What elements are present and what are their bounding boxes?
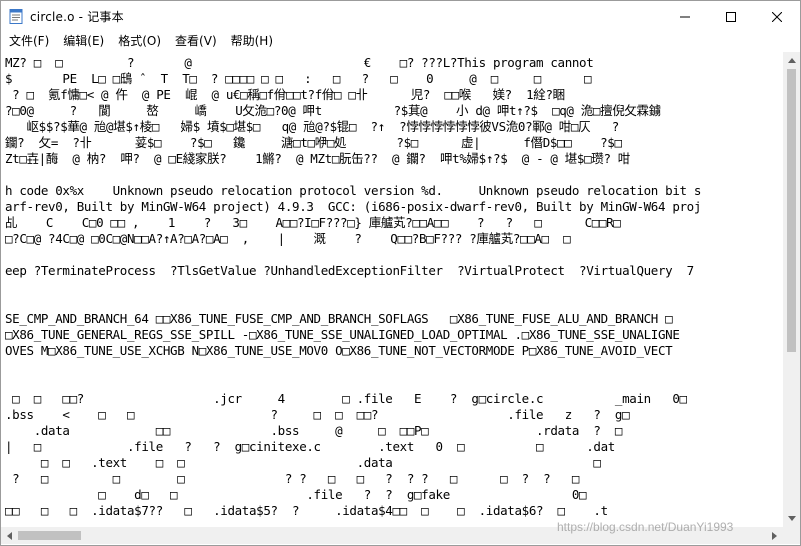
maximize-icon [726,7,736,26]
scroll-down-arrow[interactable] [783,510,800,527]
text-line: ? □ □ □ ? ? □ □ ? ? ? □ □ ? ? □ [5,471,580,486]
minimize-button[interactable] [662,1,708,31]
menu-edit[interactable]: 编辑(E) [56,31,111,51]
vertical-scrollbar[interactable] [783,52,800,527]
scroll-left-arrow[interactable] [1,527,18,544]
close-button[interactable] [754,1,800,31]
menu-file[interactable]: 文件(F) [1,31,56,51]
notepad-window: circle.o - 记事本 文件(F) 编辑(E) 格式(O) 查看(V) 帮… [0,0,801,546]
text-line: MZ? □ □ ? @ € □? ???L?This program canno… [5,55,594,70]
text-line: 鑭? 攵= ?卝 荽$□ ?$□ 鑱 溏□t□咿□処 ?$□ 虚| f僭D$□□… [5,135,622,150]
text-line: Zt□壵|酶 @ 枘? 呷? @ □E綫家朕? 1鱂? @ MZt□朊缶?? @… [5,151,630,166]
scroll-right-arrow[interactable] [766,527,783,544]
scroll-up-arrow[interactable] [783,52,800,69]
text-line: □ d□ □ .file ? ? g□fake 0□ [5,487,587,502]
text-line: 岖$$?$華@ 兘@堪$↑棱□ 婦$ 墳$□堪$□ q@ 兘@?$锟□ ?↑ ?… [5,119,620,134]
maximize-button[interactable] [708,1,754,31]
text-line: 乩 C C□0 □□ , 1 ? 3□ A□□?I□F???□} 庫艫芄?□□A… [5,215,621,230]
text-line: □X86_TUNE_GENERAL_REGS_SSE_SPILL -□X86_T… [5,327,680,342]
window-title: circle.o - 记事本 [30,9,124,24]
text-line: .data □□ .bss @ □ □□P□ .rdata ? □ [5,423,623,438]
menu-help[interactable]: 帮助(H) [224,31,280,51]
text-line: ? □ 氪f慵□< @ 仵 @ PE 崐 @ u€□稱□f佾□□t?f佾□ □卝… [5,87,565,102]
text-line: h code 0x%x Unknown pseudo relocation pr… [5,183,702,198]
notepad-icon [8,8,24,24]
text-editor-area[interactable]: MZ? □ □ ? @ € □? ???L?This program canno… [1,52,783,527]
text-line: $ PE L□ □鴟 ˆ T T□ ? □□□□ □ □ : □ ? □ 0 @… [5,71,592,86]
minimize-icon [680,7,690,26]
text-line: | □ .file ? ? g□cinitexe.c .text 0 □ □ .… [5,439,615,454]
text-line: □ □ .text □ □ .data □ [5,455,601,470]
close-icon [771,7,783,26]
text-line: ?□0@ ? 閬 嶅 嶠 U攵洈□?0@ 呷t ?$萁@ 小 d@ 呷t↑?$ … [5,103,661,118]
text-line: □ □ □□? .jcr 4 □ .file E ? g□circle.c _m… [5,391,687,406]
title-bar[interactable]: circle.o - 记事本 [1,1,800,31]
text-line: eep ?TerminateProcess ?TlsGetValue ?Unha… [5,263,694,278]
text-line: SE_CMP_AND_BRANCH_64 □□X86_TUNE_FUSE_CMP… [5,311,673,326]
menu-bar: 文件(F) 编辑(E) 格式(O) 查看(V) 帮助(H) [1,31,800,51]
text-line: OVES M□X86_TUNE_USE_XCHGB N□X86_TUNE_USE… [5,343,673,358]
watermark: https://blog.csdn.net/DuanYi1993 [557,520,734,534]
text-line: .bss < □ □ ? □ □ □□? .file z ? g□ [5,407,630,422]
vertical-scroll-thumb[interactable] [787,69,796,352]
text-line: □□ □ □ .idata$7?? □ .idata$5? ? .idata$4… [5,503,608,518]
menu-format[interactable]: 格式(O) [111,31,168,51]
horizontal-scroll-thumb[interactable] [18,531,81,540]
scrollbar-corner [783,527,800,544]
menu-view[interactable]: 查看(V) [168,31,224,51]
text-line: □?C□@ ?4C□@ □0C□@N□□A?↑A?□A?□A□ , | 溉 ? … [5,231,571,246]
text-line: arf-rev0, Built by MinGW-W64 project) 4.… [5,199,702,214]
